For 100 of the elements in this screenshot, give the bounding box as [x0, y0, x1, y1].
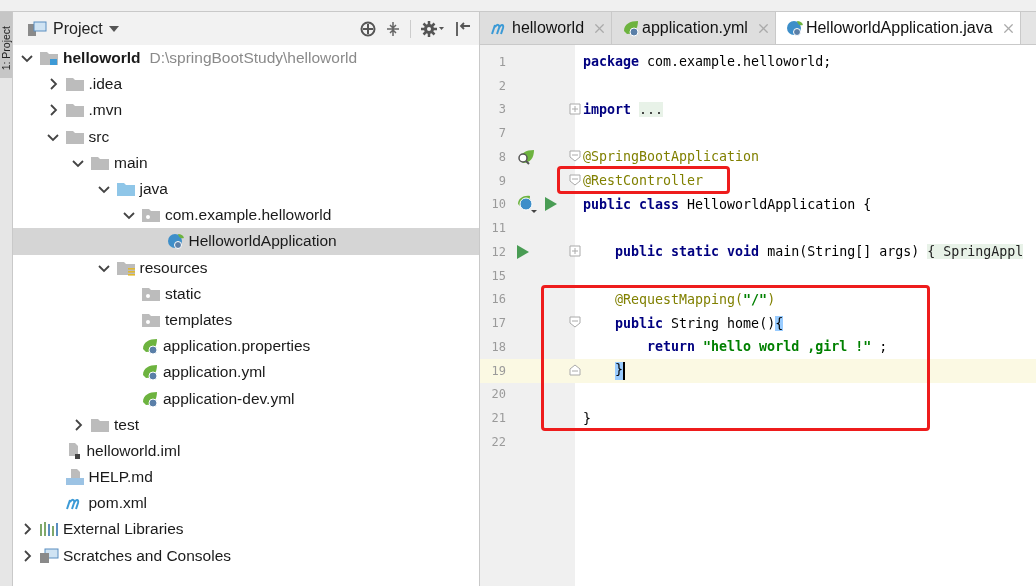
line-number: 17 — [490, 316, 506, 331]
settings-icon[interactable] — [421, 20, 445, 37]
line-number: 7 — [497, 126, 506, 141]
package-icon — [141, 311, 161, 328]
tree-item-label: static — [165, 284, 202, 303]
line-number: 15 — [490, 268, 506, 283]
spring-leaf-icon — [141, 363, 159, 382]
text-caret — [623, 361, 626, 380]
tree-item[interactable]: HelloworldApplication — [13, 228, 479, 255]
line-number: 3 — [497, 102, 506, 117]
resources-folder-icon — [115, 259, 136, 276]
tree-item-label: External Libraries — [63, 520, 184, 539]
class-icon — [166, 232, 185, 251]
tree-item[interactable]: HELP.md — [13, 464, 479, 491]
tree-item-label: test — [114, 415, 139, 434]
run-icon[interactable] — [544, 196, 558, 213]
tree-item[interactable]: Scratches and Consoles — [13, 542, 479, 569]
project-icon — [27, 20, 47, 37]
class-icon[interactable] — [516, 194, 538, 215]
package-icon — [141, 207, 161, 224]
module-icon — [39, 50, 59, 67]
editor-tab[interactable]: helloworld — [480, 12, 613, 44]
tree-item-label: src — [88, 127, 110, 146]
line-number: 18 — [490, 339, 506, 354]
class-icon — [785, 19, 804, 37]
tree-item-label: application-dev.yml — [163, 389, 295, 408]
code-line: @RestController — [582, 173, 704, 189]
code-line: @RequestMapping("/") — [614, 291, 776, 307]
project-tool-tab[interactable]: 1: Project — [0, 12, 12, 79]
editor-tab[interactable]: application.yml — [612, 12, 776, 44]
tree-item[interactable]: .idea — [13, 71, 479, 98]
dropdown-caret-icon[interactable] — [108, 25, 119, 32]
spring-leaf-icon — [141, 337, 159, 356]
line-number: 9 — [497, 173, 506, 188]
code-line: } — [582, 410, 591, 426]
tree-item[interactable]: static — [13, 280, 479, 307]
spring-bean-icon[interactable] — [516, 147, 536, 166]
line-number: 19 — [490, 363, 506, 378]
folder-icon — [90, 154, 110, 171]
editor-tab[interactable]: HelloworldApplication.java — [775, 12, 1021, 44]
tree-item[interactable]: src — [13, 123, 479, 150]
tree-item-label: pom.xml — [88, 494, 148, 513]
tree-item[interactable]: External Libraries — [13, 516, 479, 543]
tree-item-label: java — [139, 180, 168, 199]
tree-item-label: HELP.md — [88, 468, 153, 487]
tree-item[interactable]: java — [13, 175, 479, 203]
code-line: return "hello world ,girl !" ; — [646, 339, 888, 355]
line-number: 11 — [490, 221, 506, 236]
tree-item[interactable]: pom.xml — [13, 490, 479, 517]
tree-item[interactable]: resources — [13, 254, 479, 281]
tree-item[interactable]: helloworld D:\springBootStudy\helloworld — [13, 45, 479, 72]
scratches-icon — [39, 547, 59, 564]
code-line: package com.example.helloworld; — [582, 54, 832, 70]
line-number: 12 — [490, 244, 506, 259]
spring-leaf-icon — [141, 389, 159, 408]
hide-panel-icon[interactable] — [455, 20, 471, 37]
tree-item[interactable]: com.example.helloworld — [13, 202, 479, 229]
line-number: 8 — [497, 149, 506, 164]
tree-item-label: resources — [139, 258, 208, 277]
line-number: 21 — [490, 411, 506, 426]
code-line: @SpringBootApplication — [582, 149, 760, 165]
tree-item[interactable]: helloworld.iml — [13, 437, 479, 464]
line-number: 20 — [490, 387, 506, 402]
panel-title[interactable]: Project — [53, 19, 103, 38]
line-number: 2 — [497, 78, 506, 93]
tree-item-label: templates — [165, 310, 233, 329]
line-number: 22 — [490, 434, 506, 449]
tree-item-label: .mvn — [88, 101, 123, 120]
line-number: 10 — [490, 197, 506, 212]
module-path: D:\springBootStudy\helloworld — [149, 49, 358, 68]
package-icon — [141, 285, 161, 302]
tree-item[interactable]: test — [13, 411, 479, 438]
tree-item-label: helloworld — [63, 49, 141, 68]
tree-item-label: HelloworldApplication — [188, 232, 337, 251]
folder-icon — [64, 128, 85, 145]
folder-icon — [115, 181, 136, 198]
tree-item-label: Scratches and Consoles — [63, 546, 231, 565]
tree-item[interactable]: templates — [13, 306, 479, 334]
tree-item-label: com.example.helloworld — [165, 206, 332, 225]
folder-icon — [90, 416, 110, 433]
tree-item[interactable]: application.properties — [13, 333, 479, 360]
tree-item-label: application.yml — [163, 363, 266, 382]
tree-item-label: helloworld.iml — [86, 441, 181, 460]
folder-icon — [64, 102, 85, 119]
tree-item-label: application.properties — [163, 337, 311, 356]
tree-item[interactable]: application-dev.yml — [13, 385, 479, 412]
tree-item[interactable]: .mvn — [13, 97, 479, 124]
tree-item[interactable]: application.yml — [13, 359, 479, 386]
locate-icon[interactable] — [360, 20, 376, 37]
folder-icon — [64, 76, 85, 93]
code-line: public class HelloworldApplication { — [582, 196, 872, 212]
tree-item-label: main — [114, 153, 148, 172]
tree-item[interactable]: main — [13, 149, 479, 176]
markdown-file-icon — [64, 468, 85, 487]
line-number: 16 — [490, 292, 506, 307]
run-icon[interactable] — [516, 243, 530, 260]
line-number: 1 — [497, 54, 506, 69]
tree-item-label: .idea — [88, 75, 123, 94]
collapse-all-icon[interactable] — [386, 20, 400, 37]
libraries-icon — [39, 521, 59, 538]
